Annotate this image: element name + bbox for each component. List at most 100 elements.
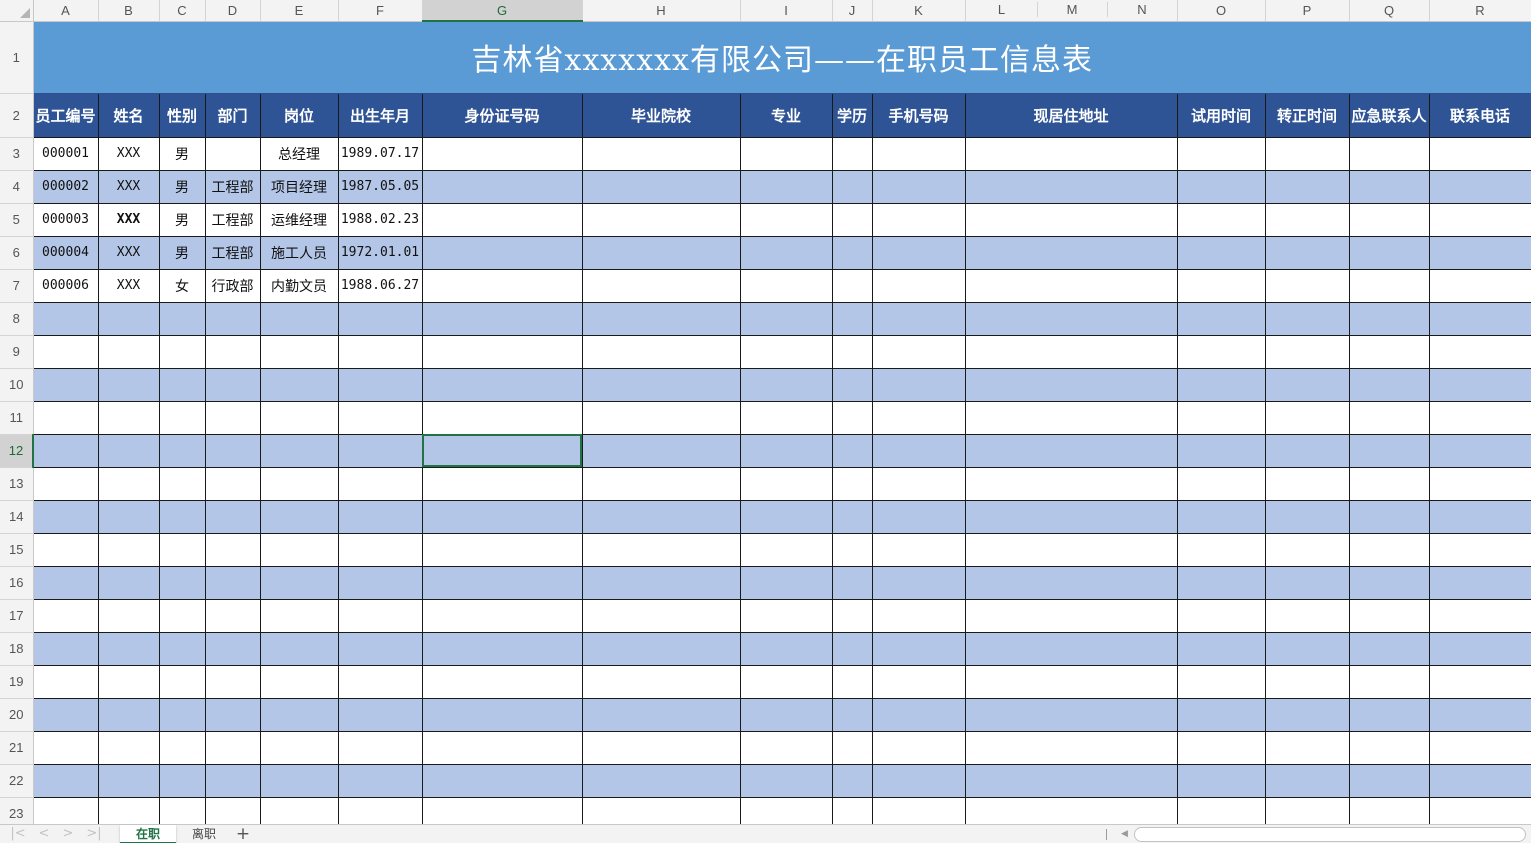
grid-cell[interactable]: 女 (158, 268, 206, 303)
grid-cell[interactable] (964, 400, 1178, 435)
grid-cell[interactable] (831, 763, 873, 798)
row-header-11[interactable]: 11 (0, 401, 34, 435)
grid-cell[interactable] (1428, 301, 1531, 336)
grid-cell[interactable] (831, 169, 873, 204)
column-header-a[interactable]: A (33, 0, 99, 22)
grid-cell[interactable] (1348, 499, 1430, 534)
grid-cell[interactable] (964, 136, 1178, 171)
grid-cell[interactable] (421, 466, 583, 501)
grid-cell[interactable] (1428, 763, 1531, 798)
grid-cell[interactable]: XXX (97, 202, 160, 237)
grid-cell[interactable] (259, 598, 339, 633)
grid-cell[interactable] (1176, 466, 1266, 501)
grid-cell[interactable] (259, 433, 339, 468)
grid-cell[interactable] (337, 763, 423, 798)
grid-cell[interactable] (1176, 598, 1266, 633)
grid-cell[interactable] (158, 466, 206, 501)
grid-cell[interactable] (337, 532, 423, 567)
grid-cell[interactable] (739, 664, 833, 699)
row-header-22[interactable]: 22 (0, 764, 34, 798)
column-header-l[interactable]: L (967, 2, 1037, 17)
grid-cell[interactable] (1264, 433, 1350, 468)
grid-cell[interactable] (158, 301, 206, 336)
grid-cell[interactable] (1428, 532, 1531, 567)
grid-cell[interactable] (871, 763, 966, 798)
grid-cell[interactable] (1428, 697, 1531, 732)
grid-cell[interactable] (1176, 763, 1266, 798)
grid-cell[interactable]: 运维经理 (259, 202, 339, 237)
grid-cell[interactable] (1348, 565, 1430, 600)
grid-cell[interactable] (739, 367, 833, 402)
grid-cell[interactable] (337, 334, 423, 369)
grid-cell[interactable] (204, 763, 261, 798)
plus-icon[interactable]: + (232, 825, 254, 843)
grid-cell[interactable] (1428, 268, 1531, 303)
grid-cell[interactable] (32, 400, 99, 435)
grid-cell[interactable] (32, 664, 99, 699)
row-header-13[interactable]: 13 (0, 467, 34, 501)
column-header-c[interactable]: C (159, 0, 206, 22)
grid-cell[interactable] (831, 631, 873, 666)
grid-cell[interactable] (421, 730, 583, 765)
grid-cell[interactable] (337, 367, 423, 402)
grid-cell[interactable] (1428, 730, 1531, 765)
grid-cell[interactable] (831, 532, 873, 567)
grid-cell[interactable]: 1972.01.01 (337, 235, 423, 270)
grid-cell[interactable] (1264, 235, 1350, 270)
grid-cell[interactable] (1348, 631, 1430, 666)
grid-cell[interactable] (871, 169, 966, 204)
grid-cell[interactable] (581, 169, 741, 204)
grid-cell[interactable] (1348, 202, 1430, 237)
grid-cell[interactable] (97, 664, 160, 699)
grid-cell[interactable] (964, 433, 1178, 468)
first-sheet-icon[interactable]: |< (8, 826, 28, 842)
field-header[interactable]: 出生年月 (337, 92, 423, 138)
grid-cell[interactable] (1176, 400, 1266, 435)
grid-cell[interactable] (1176, 136, 1266, 171)
grid-cell[interactable] (337, 631, 423, 666)
grid-cell[interactable] (1428, 367, 1531, 402)
grid-cell[interactable] (1176, 301, 1266, 336)
grid-cell[interactable] (1176, 235, 1266, 270)
grid-cell[interactable] (158, 763, 206, 798)
grid-cell[interactable] (1264, 664, 1350, 699)
grid-cell[interactable] (581, 664, 741, 699)
grid-cell[interactable]: XXX (97, 136, 160, 171)
grid-cell[interactable] (831, 499, 873, 534)
grid-cell[interactable] (204, 301, 261, 336)
row-header-20[interactable]: 20 (0, 698, 34, 732)
row-header-5[interactable]: 5 (0, 203, 34, 237)
grid-cell[interactable] (1264, 466, 1350, 501)
grid-cell[interactable] (964, 598, 1178, 633)
grid-cell[interactable] (1348, 301, 1430, 336)
grid-cell[interactable]: 000001 (32, 136, 99, 171)
sheet-tab-resigned[interactable]: 离职 (178, 825, 230, 843)
grid-cell[interactable] (1428, 136, 1531, 171)
grid-cell[interactable] (97, 367, 160, 402)
grid-cell[interactable] (158, 334, 206, 369)
grid-cell[interactable] (1264, 268, 1350, 303)
grid-cell[interactable]: 行政部 (204, 268, 261, 303)
grid-cell[interactable] (421, 301, 583, 336)
horizontal-scrollbar[interactable] (1134, 827, 1526, 842)
grid-cell[interactable] (259, 664, 339, 699)
grid-cell[interactable] (259, 631, 339, 666)
grid-cell[interactable] (97, 763, 160, 798)
grid-cell[interactable] (739, 565, 833, 600)
grid-cell[interactable] (739, 202, 833, 237)
grid-cell[interactable] (259, 730, 339, 765)
grid-cell[interactable] (32, 796, 99, 824)
grid-cell[interactable] (1348, 433, 1430, 468)
grid-cell[interactable] (964, 235, 1178, 270)
grid-cell[interactable] (739, 268, 833, 303)
grid-cell[interactable] (421, 796, 583, 824)
select-all-corner[interactable] (0, 0, 34, 22)
field-header[interactable]: 手机号码 (871, 92, 966, 138)
grid-cell[interactable] (204, 565, 261, 600)
grid-cell[interactable] (831, 136, 873, 171)
grid-cell[interactable]: 000002 (32, 169, 99, 204)
grid-cell[interactable] (871, 565, 966, 600)
column-header-m[interactable]: M (1036, 2, 1107, 17)
spreadsheet-grid[interactable]: ABCDEFGHIJKLMNOPQR 1 吉林省xxxxxxx有限公司——在职员工… (0, 0, 1531, 824)
grid-cell[interactable] (421, 268, 583, 303)
